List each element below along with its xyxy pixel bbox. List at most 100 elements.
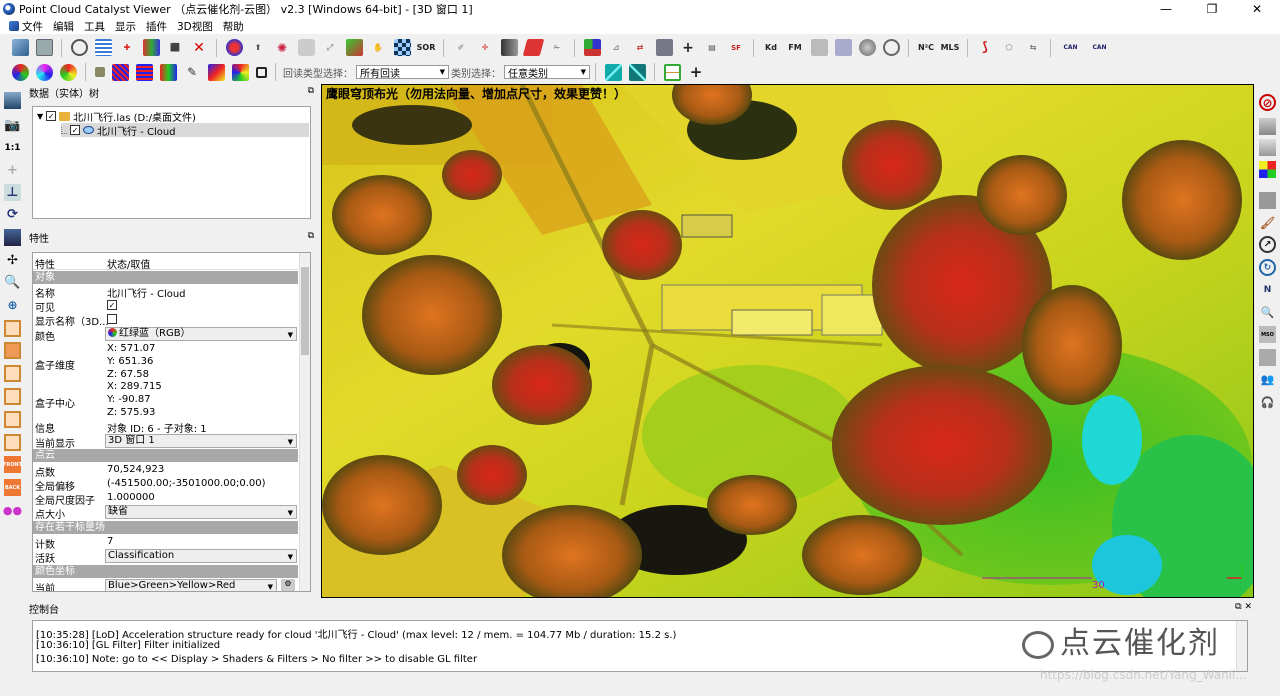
menu-file[interactable]: 文件 [4,19,48,34]
align-icon[interactable]: ⇆ [1025,39,1042,56]
ramp-icon[interactable] [207,63,225,81]
register-icon[interactable]: ⬠ [1001,39,1018,56]
list-icon[interactable] [94,39,112,56]
show-name-checkbox[interactable] [107,314,120,324]
cross-section-icon[interactable]: ✁ [549,39,566,56]
zoom-1-1-icon[interactable]: 1:1 [4,139,21,156]
mesh-icon[interactable] [297,39,315,56]
tree-item-cloud[interactable]: ✓ 北川飞行 - Cloud [61,123,309,138]
resample-icon[interactable]: ⤢ [322,39,339,56]
bookmark-icon[interactable]: ▤ [704,39,721,56]
section-icon[interactable] [663,63,681,81]
compass-icon[interactable]: ↗ [1259,236,1276,253]
hand-icon[interactable]: ✋ [370,39,387,56]
delete-icon[interactable]: ✕ [191,39,208,56]
back-view-icon[interactable] [4,388,21,405]
zoom-fit-icon[interactable]: ⊕ [4,296,21,313]
tree-item-file[interactable]: ▼ ✓ 北川飞行.las (D:/桌面文件) [37,109,196,124]
sphere-icon[interactable] [858,39,876,56]
top-view-icon[interactable] [4,320,21,337]
visible-checkbox[interactable]: ✓ [107,300,120,310]
pan-icon[interactable]: ✢ [4,252,21,269]
gear-icon[interactable] [70,39,88,56]
pin-icon[interactable]: ⧉ ✕ [1235,602,1252,612]
shade-icon[interactable] [94,67,105,77]
plane-icon[interactable] [522,39,544,56]
active-sf-select[interactable]: Classification ▼ [105,549,297,563]
raster-icon[interactable] [810,39,828,56]
color-icon[interactable] [225,39,243,56]
sample-icon[interactable]: ✚ [119,39,136,56]
filter-apply-icon[interactable] [604,63,622,81]
console-scrollbar[interactable] [1236,621,1247,671]
color-filter-icon[interactable] [1259,161,1276,178]
menu-help[interactable]: 帮助 [218,19,249,34]
filter-reset-icon[interactable] [628,63,646,81]
menu-plugins[interactable]: 插件 [141,19,172,34]
sor-icon[interactable]: SOR [417,39,436,56]
nc-icon[interactable]: N²C [918,39,935,56]
fm-icon[interactable]: FM [787,39,804,56]
north-icon[interactable]: N [1259,281,1276,298]
point-size-select[interactable]: 缺省 ▼ [105,505,297,519]
rainbow-icon[interactable] [231,63,249,81]
stripes-icon[interactable] [135,63,153,81]
clone-icon[interactable]: ⬛ [167,39,184,56]
segment-icon[interactable]: ⟆ [977,39,994,56]
export-icon[interactable] [834,39,852,56]
back-iso-icon[interactable]: BACK [4,479,21,496]
globe-icon[interactable] [882,39,900,56]
front-iso-icon[interactable]: FRONT [3,456,22,473]
brush-icon[interactable]: ✎ [184,64,201,81]
rotate-view-icon[interactable]: ↻ [1259,259,1276,276]
stats-icon[interactable]: ⊿ [608,39,625,56]
grid-icon[interactable] [393,39,411,56]
hsv-icon[interactable] [35,63,53,81]
rotate-icon[interactable]: ⟳ [4,206,21,223]
merge-icon[interactable] [142,39,160,56]
menu-edit[interactable]: 编辑 [48,19,79,34]
camera-icon[interactable]: 📷 [4,117,21,134]
point-cloud-render[interactable] [322,85,1254,598]
expand-icon[interactable]: ▼ [37,112,43,121]
zoom-icon[interactable]: 🔍 [4,274,21,291]
no-filter-icon[interactable]: ⊘ [1259,94,1276,111]
stereo-icon[interactable]: ●● [3,502,22,519]
sf-icon[interactable]: SF [728,39,745,56]
color-mode-select[interactable]: 红绿蓝（RGB） ▼ [105,327,297,341]
close-button[interactable]: ✕ [1234,0,1280,18]
octree-icon[interactable]: ✺ [274,39,291,56]
ssao-icon[interactable] [1259,139,1276,156]
users-icon[interactable]: 👥 [1259,371,1276,388]
color-scale-select[interactable]: Blue>Green>Yellow>Red ▼ [105,579,277,591]
properties-scrollbar[interactable] [299,253,310,591]
canupo-classify-icon[interactable]: CAN [1089,39,1111,56]
add-icon[interactable]: + [688,63,705,81]
cube-icon[interactable] [500,39,518,56]
subsample-icon[interactable] [345,39,363,56]
bottom-view-icon[interactable] [4,434,21,451]
rgb-icon[interactable] [11,63,29,81]
gear-icon[interactable]: ⚙ [281,579,295,591]
edl-icon[interactable] [1259,118,1276,135]
minimize-button[interactable]: — [1143,0,1189,18]
bbox-icon[interactable]: MSO [1259,326,1276,343]
screen-icon[interactable] [4,92,21,109]
brush-tool-icon[interactable]: 🖌 [1259,214,1276,231]
save-icon[interactable] [35,39,53,56]
scrollbar-thumb[interactable] [301,267,309,355]
pattern-icon[interactable] [111,63,129,81]
prop-value[interactable]: 北川飞行 - Cloud [107,285,186,300]
add-icon[interactable]: + [680,39,697,56]
texture-icon[interactable] [1259,349,1276,366]
kd-icon[interactable]: Kd [763,39,780,56]
color-wheel-icon[interactable] [59,63,77,81]
left-view-icon[interactable] [4,365,21,382]
compute-icon[interactable] [655,39,673,56]
pin-icon[interactable]: ⧉ [308,231,314,241]
headset-icon[interactable]: 🎧 [1259,394,1276,411]
pivot-icon[interactable]: ⊥ [4,184,21,201]
measure-icon[interactable]: ✐ [453,39,470,56]
distance-icon[interactable]: ⇄ [632,39,649,56]
gradient-icon[interactable] [159,63,177,81]
